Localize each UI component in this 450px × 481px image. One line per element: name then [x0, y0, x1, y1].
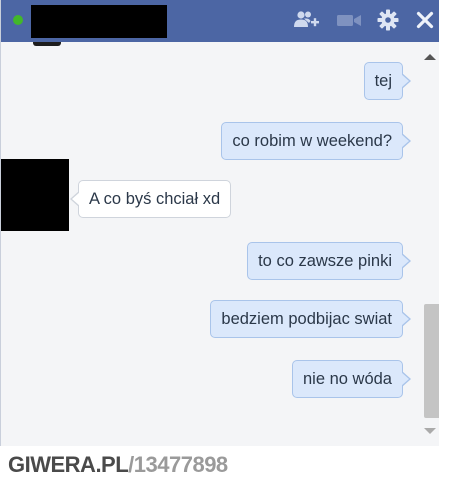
watermark-site: GIWERA.PL	[8, 452, 129, 477]
message-row: tej	[363, 62, 412, 100]
add-people-icon[interactable]	[293, 8, 321, 32]
message-row: nie no wóda	[292, 360, 411, 398]
video-camera-icon[interactable]	[335, 8, 363, 32]
scroll-down-arrow-icon[interactable]	[424, 428, 436, 434]
sent-message-bubble[interactable]: tej	[363, 62, 412, 100]
sent-message-bubble[interactable]: to co zawsze pinki	[247, 242, 411, 280]
chat-window: tej co robim w weekend? A co byś chciał …	[0, 0, 446, 446]
message-row: co robim w weekend?	[221, 122, 411, 160]
page-background	[439, 0, 450, 446]
scrollbar[interactable]	[421, 42, 446, 446]
watermark: GIWERA.PL/13477898	[8, 452, 228, 478]
gear-icon[interactable]	[375, 8, 401, 32]
sent-message-bubble[interactable]: nie no wóda	[292, 360, 411, 398]
redacted-contact-name	[31, 5, 167, 38]
message-row: bedziem podbijac swiat	[210, 300, 411, 338]
online-status-indicator	[13, 15, 23, 25]
message-list[interactable]: tej co robim w weekend? A co byś chciał …	[1, 42, 421, 446]
redacted-contact-avatar	[1, 159, 69, 231]
message-row: A co byś chciał xd	[69, 180, 232, 218]
chat-titlebar[interactable]	[1, 0, 439, 42]
sent-message-bubble[interactable]: bedziem podbijac swiat	[210, 300, 411, 338]
received-message-bubble[interactable]: A co byś chciał xd	[69, 180, 232, 218]
message-row: to co zawsze pinki	[247, 242, 411, 280]
close-icon[interactable]	[413, 8, 437, 32]
previous-avatar	[33, 42, 61, 46]
sent-message-bubble[interactable]: co robim w weekend?	[221, 122, 411, 160]
watermark-id: /13477898	[128, 452, 228, 477]
scroll-up-arrow-icon[interactable]	[424, 54, 436, 60]
